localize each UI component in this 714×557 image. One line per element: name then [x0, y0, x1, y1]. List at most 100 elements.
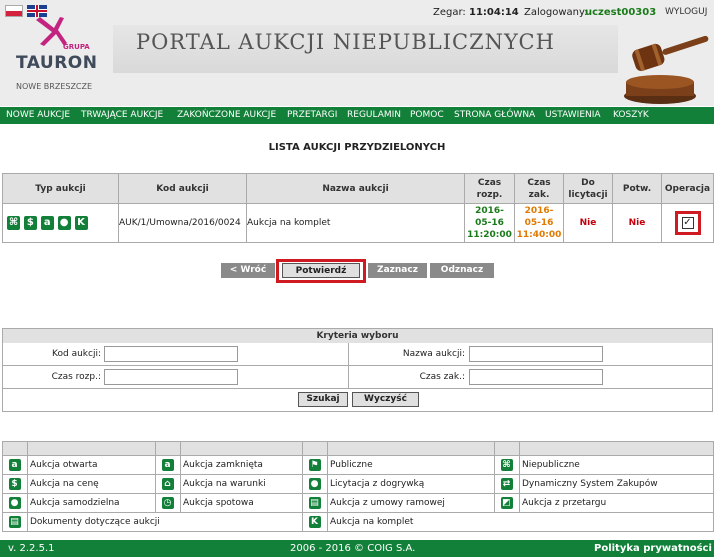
- menu-help[interactable]: POMOC: [410, 110, 444, 120]
- legend-item: Aukcja z umowy ramowej: [327, 493, 495, 513]
- criteria-title: Kryteria wyboru: [2, 329, 713, 343]
- code-input[interactable]: [104, 346, 238, 362]
- highlight-frame: ✓: [674, 211, 701, 235]
- col-bid: Do licytacji: [563, 173, 613, 204]
- cart-icon: ⌂: [161, 478, 174, 490]
- privacy-link[interactable]: Polityka prywatności: [594, 543, 712, 554]
- col-type: Typ aukcji: [2, 173, 119, 204]
- criteria-row: Czas rozp.: Czas zak.:: [2, 366, 713, 389]
- end-date-part1: 2016-: [524, 206, 554, 216]
- document-icon: ▤: [308, 497, 321, 509]
- col-end-line2: zak.: [528, 189, 550, 200]
- col-end: Czas zak.: [514, 173, 564, 204]
- col-start-line2: rozp.: [476, 189, 503, 200]
- col-start-line1: Czas: [477, 177, 502, 188]
- clock-icon: ◷: [161, 497, 174, 509]
- end-input[interactable]: [469, 369, 603, 385]
- auction-name: Aukcja na komplet: [246, 203, 465, 243]
- logged-label: Zalogowany:: [524, 7, 588, 18]
- legend-item: Aukcja na warunki: [180, 474, 303, 494]
- code-cell: Kod aukcji:: [3, 343, 349, 365]
- person-icon: ●: [8, 497, 21, 509]
- name-input[interactable]: [469, 346, 603, 362]
- dollar-icon: $: [8, 478, 21, 490]
- logo-city: NOWE BRZESZCZE: [16, 82, 93, 91]
- legend-row: a Aukcja otwarta a Aukcja zamknięta ⚑ Pu…: [2, 455, 714, 475]
- package-icon: K: [74, 216, 88, 230]
- legend-item: Dynamiczny System Zakupów: [519, 474, 714, 494]
- legend-item: Niepubliczne: [519, 455, 714, 475]
- legend-row: ▤ Dokumenty dotyczące aukcji K Aukcja na…: [2, 512, 714, 532]
- menu-tenders[interactable]: PRZETARGI: [287, 110, 337, 120]
- docs-icon: ▤: [8, 516, 21, 528]
- copyright: 2006 - 2016 © COIG S.A.: [290, 543, 416, 554]
- legend-item: Aukcja samodzielna: [27, 493, 156, 513]
- legend-row: ● Aukcja samodzielna ◷ Aukcja spotowa ▤ …: [2, 493, 714, 513]
- col-confirm: Potw.: [612, 173, 662, 204]
- legend-header-row: [2, 441, 714, 456]
- col-name: Nazwa aukcji: [246, 173, 465, 204]
- end-label: Czas zak.:: [419, 372, 465, 382]
- tender-icon: ◩: [500, 497, 513, 509]
- menu-regulations[interactable]: REGULAMIN: [347, 110, 401, 120]
- start-input[interactable]: [104, 369, 238, 385]
- code-label: Kod aukcji:: [52, 349, 101, 359]
- start-label: Czas rozp.:: [51, 372, 101, 382]
- menu-settings[interactable]: USTAWIENIA: [545, 110, 601, 120]
- menu-finished-auctions[interactable]: ZAKOŃCZONE AUKCJE: [177, 110, 276, 120]
- lock-icon: a: [8, 459, 21, 471]
- confirm-status: Nie: [612, 203, 662, 243]
- legend-table: a Aukcja otwarta a Aukcja zamknięta ⚑ Pu…: [2, 441, 714, 532]
- deselect-all-button[interactable]: Odznacz: [430, 263, 494, 278]
- search-criteria: Kryteria wyboru Kod aukcji: Nazwa aukcji…: [2, 328, 713, 412]
- start-time: 2016- 05-16 11:20:00: [464, 203, 515, 243]
- closed-lock-icon: a: [161, 459, 174, 471]
- footer: v. 2.2.5.1 2006 - 2016 © COIG S.A. Polit…: [0, 540, 714, 557]
- stopwatch-icon: ●: [308, 478, 321, 490]
- operation-cell: ✓: [661, 203, 714, 243]
- menu-home[interactable]: STRONA GŁÓWNA: [454, 110, 535, 120]
- header: GRUPA TAURON NOWE BRZESZCZE PORTAL AUKCJ…: [0, 0, 714, 106]
- confirm-button[interactable]: Potwierdź: [282, 263, 360, 278]
- search-button[interactable]: Szukaj: [298, 392, 348, 407]
- bid-status: Nie: [563, 203, 613, 243]
- dps-icon: ⇄: [500, 478, 513, 490]
- type-icons-cell: ⌘ $ a ● K: [2, 203, 119, 243]
- clock-value: 11:04:14: [469, 7, 519, 18]
- menu-ongoing-auctions[interactable]: TRWAJĄCE AUKCJE: [81, 110, 163, 120]
- legend-item: Aukcja zamknięta: [180, 455, 303, 475]
- end-date-part2: 05-16: [524, 218, 554, 228]
- legend-item: Licytacja z dogrywką: [327, 474, 495, 494]
- menu-cart[interactable]: KOSZYK: [613, 110, 649, 120]
- logo-grupa: GRUPA: [63, 43, 90, 51]
- end-time: 2016- 05-16 11:40:00: [514, 203, 564, 243]
- closed-type-icon: ⌘: [7, 216, 20, 230]
- flag-icon: ⚑: [308, 459, 321, 471]
- criteria-buttons-row: Szukaj Wyczyść: [2, 389, 713, 412]
- nonpublic-icon: ⌘: [500, 459, 513, 471]
- start-time-value: 11:20:00: [467, 230, 512, 240]
- row-checkbox[interactable]: ✓: [681, 217, 694, 229]
- col-bid-line1: Do: [581, 177, 595, 188]
- legend-item: Aukcja spotowa: [180, 493, 303, 513]
- tauron-logo: GRUPA TAURON NOWE BRZESZCZE: [14, 16, 102, 96]
- page-title: LISTA AUKCJI PRZYDZIELONYCH: [268, 142, 446, 153]
- lock-icon: a: [40, 216, 54, 230]
- logout-link[interactable]: WYLOGUJ: [665, 7, 707, 17]
- logo-name: TAURON: [16, 53, 98, 73]
- col-code: Kod aukcji: [118, 173, 247, 204]
- start-cell: Czas rozp.:: [3, 366, 349, 388]
- col-start: Czas rozp.: [464, 173, 515, 204]
- legend-item: Aukcja na cenę: [27, 474, 156, 494]
- col-end-line1: Czas: [527, 177, 551, 188]
- eye-icon: ●: [57, 216, 71, 230]
- clock-label: Zegar:: [433, 7, 466, 18]
- select-all-button[interactable]: Zaznacz: [368, 263, 427, 278]
- col-operation: Operacja: [661, 173, 714, 204]
- legend-item: Dokumenty dotyczące aukcji: [27, 512, 303, 532]
- logged-user: uczest00303: [585, 7, 657, 18]
- clear-button[interactable]: Wyczyść: [352, 392, 419, 407]
- table-header-row: Typ aukcji Kod aukcji Nazwa aukcji Czas r…: [2, 173, 714, 204]
- menu-new-auctions[interactable]: NOWE AUKCJE: [6, 110, 70, 120]
- back-button[interactable]: < Wróć: [221, 263, 275, 278]
